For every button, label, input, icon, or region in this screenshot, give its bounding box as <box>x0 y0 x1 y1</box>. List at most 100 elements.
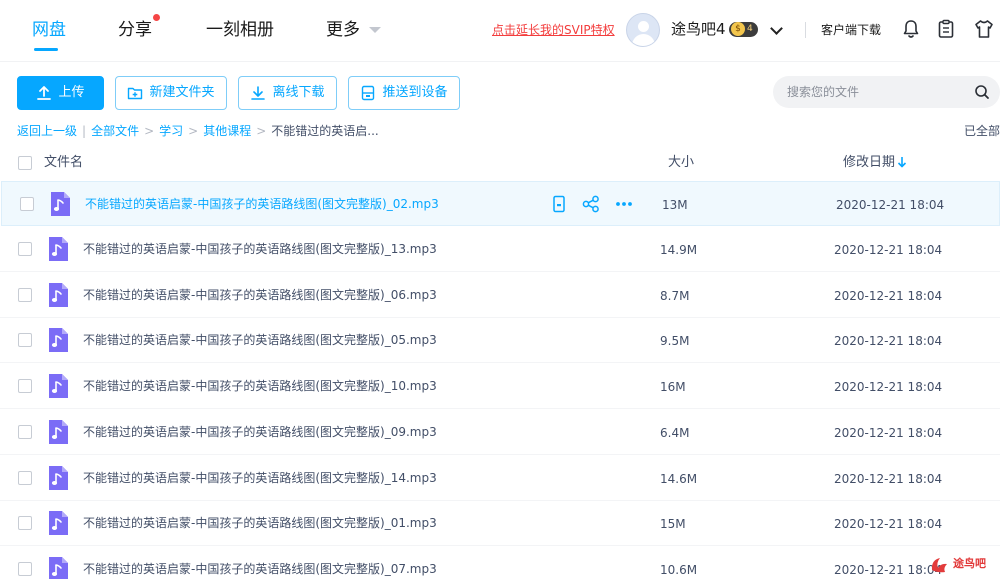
tab-more[interactable]: 更多 <box>326 18 360 42</box>
file-size: 14.6M <box>660 472 698 486</box>
breadcrumb-study[interactable]: 学习 <box>159 123 183 139</box>
file-date: 2020-12-21 18:04 <box>834 334 943 348</box>
row-checkbox[interactable] <box>18 425 32 439</box>
upload-button[interactable]: 上传 <box>17 76 104 110</box>
audio-file-icon <box>47 236 69 262</box>
file-size: 15M <box>660 517 686 531</box>
file-size: 6.4M <box>660 426 690 440</box>
new-folder-label: 新建文件夹 <box>149 85 215 100</box>
offline-download-label: 离线下载 <box>272 85 325 100</box>
active-tab-underline <box>34 48 58 51</box>
search-icon[interactable] <box>974 84 990 100</box>
file-name[interactable]: 不能错过的英语启蒙-中国孩子的英语路线图(图文完整版)_09.mp3 <box>83 424 437 440</box>
file-name[interactable]: 不能错过的英语启蒙-中国孩子的英语路线图(图文完整版)_10.mp3 <box>83 378 437 394</box>
table-row[interactable]: 不能错过的英语启蒙-中国孩子的英语路线图(图文完整版)_14.mp3 14.6M 2… <box>0 456 1000 501</box>
table-row[interactable]: 不能错过的英语启蒙-中国孩子的英语路线图(图文完整版)_07.mp3 10.6M 2… <box>0 547 1000 579</box>
file-size: 9.5M <box>660 334 690 348</box>
push-to-device-label: 推送到设备 <box>382 85 448 100</box>
upload-icon <box>37 86 52 100</box>
file-date: 2020-12-21 18:04 <box>834 243 943 257</box>
header-size[interactable]: 大小 <box>668 155 694 171</box>
audio-file-icon <box>47 419 69 445</box>
user-menu-chevron-icon[interactable] <box>770 22 783 35</box>
breadcrumb-current: 不能错过的英语启... <box>271 124 379 138</box>
coin-icon: $ <box>731 22 745 36</box>
tab-share[interactable]: 分享 <box>118 18 152 42</box>
audio-file-icon <box>47 373 69 399</box>
file-size: 8.7M <box>660 289 690 303</box>
row-checkbox[interactable] <box>20 197 34 211</box>
shirt-icon[interactable] <box>973 18 995 40</box>
tab-netdisk[interactable]: 网盘 <box>32 18 66 42</box>
push-device-icon <box>362 85 375 101</box>
new-folder-icon <box>128 87 143 100</box>
file-date: 2020-12-21 18:04 <box>834 563 943 577</box>
file-name[interactable]: 不能错过的英语启蒙-中国孩子的英语路线图(图文完整版)_06.mp3 <box>83 287 437 303</box>
bell-icon[interactable] <box>900 18 922 40</box>
audio-file-icon <box>47 465 69 491</box>
file-name[interactable]: 不能错过的英语启蒙-中国孩子的英语路线图(图文完整版)_07.mp3 <box>83 561 437 577</box>
file-name[interactable]: 不能错过的英语启蒙-中国孩子的英语路线图(图文完整版)_14.mp3 <box>83 470 437 486</box>
row-checkbox[interactable] <box>18 333 32 347</box>
row-checkbox[interactable] <box>18 471 32 485</box>
file-size: 10.6M <box>660 563 698 577</box>
send-to-device-icon[interactable] <box>550 195 568 213</box>
row-checkbox[interactable] <box>18 288 32 302</box>
breadcrumb-divider: | <box>82 124 87 138</box>
sort-desc-icon[interactable] <box>897 156 907 168</box>
notification-dot <box>153 14 160 21</box>
top-nav: 网盘 分享 一刻相册 更多 点击延长我的SVIP特权 途鸟吧4 $4 客户端下载 <box>0 0 1000 62</box>
select-all-checkbox[interactable] <box>18 156 32 170</box>
audio-file-icon <box>47 327 69 353</box>
file-size: 14.9M <box>660 243 698 257</box>
table-row[interactable]: 不能错过的英语启蒙-中国孩子的英语路线图(图文完整版)_06.mp3 8.7M 20… <box>0 273 1000 318</box>
row-checkbox[interactable] <box>18 379 32 393</box>
username[interactable]: 途鸟吧4 <box>671 19 726 39</box>
file-size: 16M <box>660 380 686 394</box>
file-date: 2020-12-21 18:04 <box>834 426 943 440</box>
table-row[interactable]: 不能错过的英语启蒙-中国孩子的英语路线图(图文完整版)_01.mp3 15M 202… <box>0 501 1000 546</box>
avatar[interactable] <box>626 13 660 47</box>
search-input[interactable] <box>787 76 967 108</box>
table-row[interactable]: 不能错过的英语启蒙-中国孩子的英语路线图(图文完整版)_13.mp3 14.9M 2… <box>0 227 1000 272</box>
tab-album[interactable]: 一刻相册 <box>206 18 274 42</box>
load-status: 已全部 <box>964 124 1000 138</box>
file-date: 2020-12-21 18:04 <box>836 198 945 212</box>
file-name[interactable]: 不能错过的英语启蒙-中国孩子的英语路线图(图文完整版)_01.mp3 <box>83 515 437 531</box>
row-checkbox[interactable] <box>18 516 32 530</box>
file-name[interactable]: 不能错过的英语启蒙-中国孩子的英语路线图(图文完整版)_05.mp3 <box>83 332 437 348</box>
table-row[interactable]: 不能错过的英语启蒙-中国孩子的英语路线图(图文完整版)_09.mp3 6.4M 20… <box>0 410 1000 455</box>
audio-file-icon <box>47 282 69 308</box>
row-checkbox[interactable] <box>18 562 32 576</box>
header-filename[interactable]: 文件名 <box>44 155 83 171</box>
breadcrumb-all-files[interactable]: 全部文件 <box>91 123 139 139</box>
search-box <box>773 76 1000 108</box>
svip-renew-link[interactable]: 点击延长我的SVIP特权 <box>492 22 615 38</box>
file-size: 13M <box>662 198 688 212</box>
download-icon <box>251 86 266 100</box>
share-icon[interactable] <box>582 195 600 213</box>
clipboard-icon[interactable] <box>935 18 957 40</box>
breadcrumb-separator: > <box>188 124 199 138</box>
row-checkbox[interactable] <box>18 242 32 256</box>
more-icon[interactable] <box>615 195 633 213</box>
new-folder-button[interactable]: 新建文件夹 <box>115 76 227 110</box>
table-row[interactable]: 不能错过的英语启蒙-中国孩子的英语路线图(图文完整版)_05.mp3 9.5M 20… <box>0 318 1000 363</box>
breadcrumb-separator: > <box>256 124 267 138</box>
table-row[interactable]: 不能错过的英语启蒙-中国孩子的英语路线图(图文完整版)_02.mp3 13M 202… <box>1 181 1000 226</box>
chevron-down-icon[interactable] <box>369 27 381 33</box>
audio-file-icon <box>47 510 69 536</box>
breadcrumb-other-courses[interactable]: 其他课程 <box>203 123 251 139</box>
audio-file-icon <box>49 191 71 217</box>
table-row[interactable]: 不能错过的英语启蒙-中国孩子的英语路线图(图文完整版)_10.mp3 16M 202… <box>0 364 1000 409</box>
breadcrumb-separator: > <box>144 124 155 138</box>
header-date[interactable]: 修改日期 <box>843 155 895 171</box>
offline-download-button[interactable]: 离线下载 <box>238 76 337 110</box>
client-download-link[interactable]: 客户端下载 <box>821 22 881 38</box>
table-header: 文件名 大小 修改日期 <box>0 144 1000 181</box>
push-to-device-button[interactable]: 推送到设备 <box>348 76 460 110</box>
back-link[interactable]: 返回上一级 <box>17 123 77 139</box>
file-name[interactable]: 不能错过的英语启蒙-中国孩子的英语路线图(图文完整版)_02.mp3 <box>85 196 439 212</box>
file-name[interactable]: 不能错过的英语启蒙-中国孩子的英语路线图(图文完整版)_13.mp3 <box>83 241 437 257</box>
audio-file-icon <box>47 556 69 579</box>
